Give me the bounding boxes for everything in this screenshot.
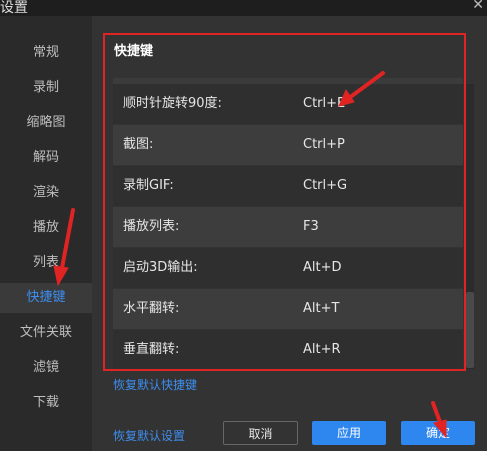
sidebar-item-render[interactable]: 渲染 [0,178,92,208]
sidebar-item-download[interactable]: 下载 [0,388,92,418]
sidebar-item-shortcuts[interactable]: 快捷键 [0,283,92,313]
sidebar-item-playback[interactable]: 播放 [0,213,92,243]
settings-sidebar: 常规 录制 缩略图 解码 渲染 播放 列表 快捷键 文件关联 滤镜 下载 [0,16,92,451]
close-icon[interactable]: ✕ [472,0,484,13]
title-bar: 设置 ✕ [0,0,487,16]
ok-button[interactable]: 确定 [401,421,475,445]
sidebar-item-filter[interactable]: 滤镜 [0,353,92,383]
sidebar-item-list[interactable]: 列表 [0,248,92,278]
restore-default-shortcuts-link[interactable]: 恢复默认快捷键 [113,376,197,393]
sidebar-item-record[interactable]: 录制 [0,73,92,103]
scrollbar-thumb[interactable] [466,292,474,368]
sidebar-item-decode[interactable]: 解码 [0,143,92,173]
restore-default-settings-link[interactable]: 恢复默认设置 [113,427,185,444]
sidebar-item-general[interactable]: 常规 [0,38,92,68]
highlight-box [103,33,466,371]
apply-button[interactable]: 应用 [312,421,386,445]
window-title: 设置 [0,0,28,16]
sidebar-item-file-association[interactable]: 文件关联 [0,318,92,348]
cancel-button[interactable]: 取消 [223,421,298,445]
sidebar-item-thumbnail[interactable]: 缩略图 [0,108,92,138]
